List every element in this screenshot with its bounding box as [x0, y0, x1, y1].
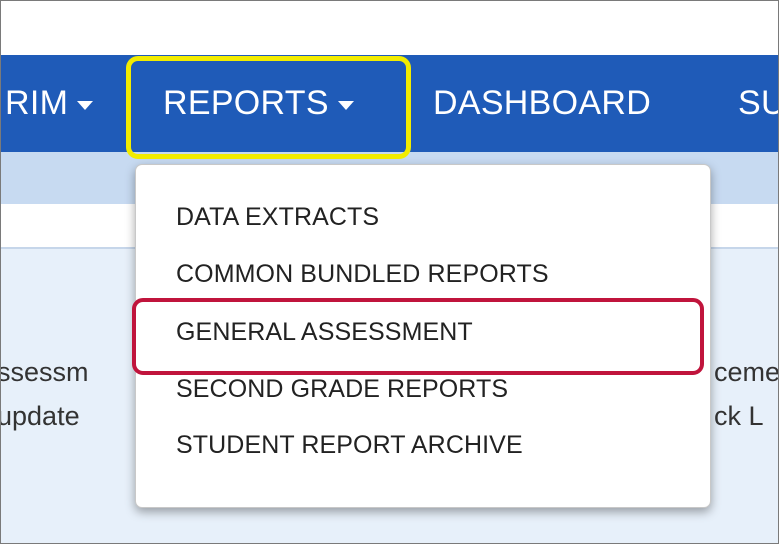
- reports-highlight-outline: [126, 56, 411, 159]
- content-text-fragment: ceme: [714, 357, 779, 387]
- menu-item-second-grade-reports[interactable]: SECOND GRADE REPORTS: [176, 375, 508, 404]
- content-text-fragment: ssessm: [0, 357, 89, 387]
- nav-item-label: DASHBOARD: [433, 84, 652, 122]
- nav-item-dashboard[interactable]: DASHBOARD: [433, 55, 651, 152]
- menu-item-common-bundled-reports[interactable]: COMMON BUNDLED REPORTS: [176, 260, 549, 289]
- nav-item-su[interactable]: SU: [738, 55, 778, 152]
- nav-item-label: SU: [738, 84, 778, 122]
- general-assessment-highlight-outline: [132, 298, 704, 375]
- content-text-fragment: update: [0, 401, 80, 431]
- menu-item-student-report-archive[interactable]: STUDENT REPORT ARCHIVE: [176, 431, 523, 460]
- nav-item-rim[interactable]: RIM: [5, 55, 94, 152]
- menu-item-data-extracts[interactable]: DATA EXTRACTS: [176, 203, 379, 232]
- nav-item-label: RIM: [5, 84, 69, 122]
- screenshot-frame: RIM REPORTS DASHBOARD SU ssessm update c…: [0, 0, 779, 544]
- top-whitespace: [1, 1, 778, 55]
- caret-down-icon: [77, 100, 94, 110]
- content-text-fragment: ck L: [714, 401, 764, 431]
